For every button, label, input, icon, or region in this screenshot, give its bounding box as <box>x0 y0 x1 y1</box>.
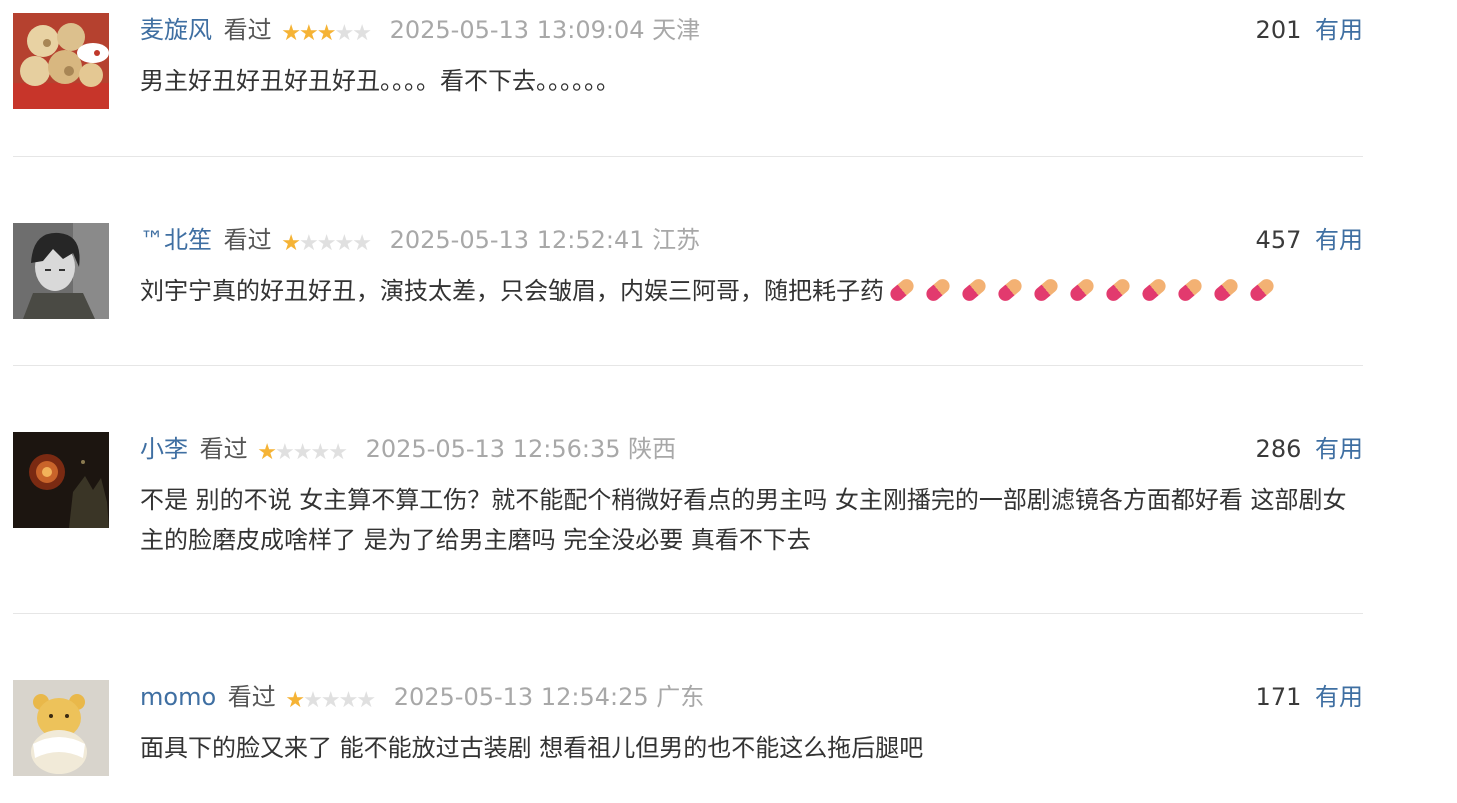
user-avatar[interactable] <box>13 223 109 319</box>
pill-emoji-icon <box>887 276 917 304</box>
vote-count: 286 <box>1255 435 1302 463</box>
pill-emoji-icon <box>995 276 1025 304</box>
divider <box>13 156 1363 157</box>
pill-emoji-row <box>884 276 1280 305</box>
comment-content: 男主好丑好丑好丑好丑。。。。看不下去。。。。。。 <box>140 67 620 95</box>
user-avatar[interactable] <box>13 680 109 776</box>
useful-button[interactable]: 有用 <box>1315 435 1363 463</box>
comment-header: 麦旋风 看过 ★★★★★ 2025-05-13 13:09:04 天津 201 … <box>140 13 1363 47</box>
username-link[interactable]: 麦旋风 <box>140 16 212 44</box>
pill-emoji-icon <box>1175 276 1205 304</box>
star-empty-icon: ★ <box>334 21 354 46</box>
comment-content: 面具下的脸又来了 能不能放过古装剧 想看祖儿但男的也不能这么拖后腿吧 <box>140 734 924 762</box>
rating-stars: ★★★★★ <box>257 436 348 470</box>
star-filled-icon: ★ <box>299 21 319 46</box>
user-avatar[interactable] <box>13 13 109 109</box>
pill-emoji-icon <box>1211 276 1241 304</box>
vote-area: 457 有用 <box>1256 223 1363 257</box>
pill-emoji-icon <box>1103 276 1133 304</box>
divider <box>13 365 1363 366</box>
star-empty-icon: ★ <box>316 231 337 256</box>
timestamp: 2025-05-13 12:54:25 <box>393 683 649 711</box>
food-photo-avatar-icon <box>13 13 109 109</box>
anime-boy-avatar-icon <box>13 223 109 319</box>
star-empty-icon: ★ <box>334 231 354 256</box>
pill-emoji-icon <box>923 276 953 304</box>
comment-text: 面具下的脸又来了 能不能放过古装剧 想看祖儿但男的也不能这么拖后腿吧 <box>140 728 1350 768</box>
star-filled-icon: ★ <box>281 21 301 46</box>
comment-header: momo 看过 ★★★★★ 2025-05-13 12:54:25 广东 171… <box>140 680 1363 714</box>
useful-button[interactable]: 有用 <box>1315 16 1363 44</box>
star-empty-icon: ★ <box>352 21 372 46</box>
star-filled-icon: ★ <box>281 231 301 256</box>
star-empty-icon: ★ <box>310 440 330 465</box>
useful-button[interactable]: 有用 <box>1315 683 1363 711</box>
comment-header: 小李 看过 ★★★★★ 2025-05-13 12:56:35 陕西 286 有… <box>140 432 1363 466</box>
bear-figurine-avatar-icon <box>13 680 109 776</box>
timestamp: 2025-05-13 12:56:35 <box>365 435 621 463</box>
star-empty-icon: ★ <box>275 440 295 465</box>
star-empty-icon: ★ <box>299 231 319 256</box>
location: 广东 <box>656 683 705 711</box>
rating-stars: ★★★★★ <box>285 684 376 718</box>
comment-text: 不是 别的不说 女主算不算工伤？就不能配个稍微好看点的男主吗 女主刚播完的一部剧… <box>140 480 1350 560</box>
watch-status: 看过 <box>199 435 248 463</box>
watch-status: 看过 <box>223 226 272 254</box>
vote-area: 201 有用 <box>1256 13 1363 47</box>
star-filled-icon: ★ <box>257 440 277 465</box>
comment-body: momo 看过 ★★★★★ 2025-05-13 12:54:25 广东 171… <box>140 680 1363 768</box>
comment-time: 2025-05-13 12:52:41 江苏 <box>390 226 701 254</box>
location: 陕西 <box>628 435 677 463</box>
useful-button[interactable]: 有用 <box>1315 226 1363 254</box>
rating-stars: ★★★★★ <box>281 227 372 261</box>
location: 江苏 <box>652 226 701 254</box>
watch-status: 看过 <box>227 683 276 711</box>
pill-emoji-icon <box>1247 276 1277 304</box>
comment-body: ™北笙 看过 ★★★★★ 2025-05-13 12:52:41 江苏 457 … <box>140 223 1363 311</box>
comment-header: ™北笙 看过 ★★★★★ 2025-05-13 12:52:41 江苏 457 … <box>140 223 1363 257</box>
star-empty-icon: ★ <box>303 688 323 713</box>
timestamp: 2025-05-13 13:09:04 <box>389 16 645 44</box>
vote-count: 201 <box>1255 16 1302 44</box>
star-filled-icon: ★ <box>316 21 337 46</box>
username-link[interactable]: ™北笙 <box>140 226 212 254</box>
vote-count: 171 <box>1255 683 1302 711</box>
lantern-night-avatar-icon <box>13 432 109 528</box>
comment-content: 刘宇宁真的好丑好丑，演技太差，只会皱眉，内娱三阿哥，随把耗子药 <box>140 277 884 305</box>
star-empty-icon: ★ <box>328 440 348 465</box>
location: 天津 <box>652 16 701 44</box>
watch-status: 看过 <box>223 16 272 44</box>
divider <box>13 613 1363 614</box>
star-empty-icon: ★ <box>352 231 372 256</box>
pill-emoji-icon <box>1067 276 1097 304</box>
comment-content: 不是 别的不说 女主算不算工伤？就不能配个稍微好看点的男主吗 女主刚播完的一部剧… <box>140 486 1347 554</box>
pill-emoji-icon <box>959 276 989 304</box>
star-empty-icon: ★ <box>356 688 376 713</box>
comment-body: 麦旋风 看过 ★★★★★ 2025-05-13 13:09:04 天津 201 … <box>140 13 1363 101</box>
rating-stars: ★★★★★ <box>281 17 372 51</box>
user-avatar[interactable] <box>13 432 109 528</box>
timestamp: 2025-05-13 12:52:41 <box>389 226 645 254</box>
comment-body: 小李 看过 ★★★★★ 2025-05-13 12:56:35 陕西 286 有… <box>140 432 1363 560</box>
star-filled-icon: ★ <box>285 688 305 713</box>
star-empty-icon: ★ <box>292 440 313 465</box>
vote-area: 286 有用 <box>1256 432 1363 466</box>
comment-time: 2025-05-13 13:09:04 天津 <box>390 16 701 44</box>
pill-emoji-icon <box>1139 276 1169 304</box>
username-link[interactable]: 小李 <box>140 435 188 463</box>
comment-time: 2025-05-13 12:56:35 陕西 <box>366 435 677 463</box>
comment-time: 2025-05-13 12:54:25 广东 <box>394 683 705 711</box>
star-empty-icon: ★ <box>320 688 341 713</box>
username-link[interactable]: momo <box>140 683 216 711</box>
pill-emoji-icon <box>1031 276 1061 304</box>
vote-count: 457 <box>1255 226 1302 254</box>
vote-area: 171 有用 <box>1256 680 1363 714</box>
comment-text: 刘宇宁真的好丑好丑，演技太差，只会皱眉，内娱三阿哥，随把耗子药 <box>140 271 1350 311</box>
comment-text: 男主好丑好丑好丑好丑。。。。看不下去。。。。。。 <box>140 61 1350 101</box>
star-empty-icon: ★ <box>338 688 359 713</box>
